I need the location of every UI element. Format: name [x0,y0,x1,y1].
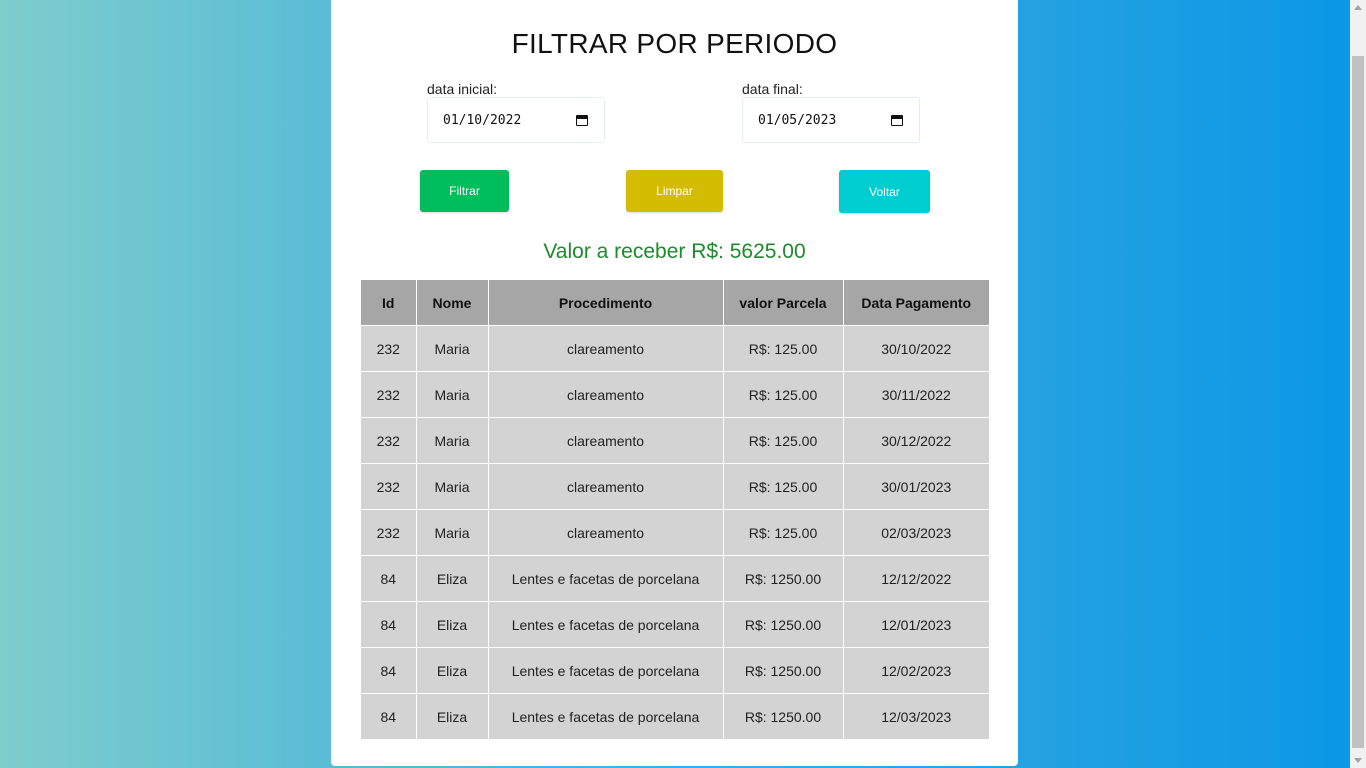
table-row: 232 Maria clareamento R$: 125.00 02/03/2… [361,509,989,556]
cell-name: Maria [416,463,489,510]
cell-installment: R$: 1250.00 [723,647,844,694]
cell-name: Maria [416,325,489,372]
cell-payment-date: 30/10/2022 [843,325,989,372]
cell-name: Eliza [416,555,489,602]
cell-procedure: Lentes e facetas de porcelana [488,601,724,648]
cell-installment: R$: 125.00 [723,325,844,372]
end-date-value: 01/05/2023 [758,112,837,128]
cell-procedure: clareamento [488,463,724,510]
cell-payment-date: 12/03/2023 [843,693,989,739]
back-button[interactable]: Voltar [839,170,930,213]
table-row: 232 Maria clareamento R$: 125.00 30/12/2… [361,417,989,464]
total-receivable: Valor a receber R$: 5625.00 [543,240,806,263]
cell-id: 84 [361,647,417,694]
cell-payment-date: 30/01/2023 [843,463,989,510]
cell-name: Maria [416,371,489,418]
column-header-name: Nome [416,280,489,326]
table-row: 232 Maria clareamento R$: 125.00 30/01/2… [361,463,989,510]
end-date-label: data final: [742,81,803,97]
cell-id: 232 [361,463,417,510]
cell-payment-date: 02/03/2023 [843,509,989,556]
cell-id: 84 [361,601,417,648]
start-date-label: data inicial: [427,81,498,97]
cell-procedure: clareamento [488,417,724,464]
cell-procedure: clareamento [488,509,724,556]
cell-procedure: clareamento [488,325,724,372]
table-row: 232 Maria clareamento R$: 125.00 30/11/2… [361,371,989,418]
table-header-row: Id Nome Procedimento valor Parcela Data … [361,280,989,326]
column-header-payment-date: Data Pagamento [843,280,989,326]
scroll-up-arrow-icon[interactable] [1354,5,1362,10]
cell-payment-date: 12/01/2023 [843,601,989,648]
table-row: 84 Eliza Lentes e facetas de porcelana R… [361,647,989,694]
page-scrollbar[interactable] [1350,0,1366,768]
filter-panel: FILTRAR POR PERIODO data inicial: 01/10/… [331,0,1018,766]
cell-installment: R$: 1250.00 [723,693,844,739]
cell-id: 232 [361,509,417,556]
calendar-icon[interactable] [891,115,903,126]
filter-button[interactable]: Filtrar [420,170,509,212]
cell-name: Eliza [416,601,489,648]
cell-procedure: Lentes e facetas de porcelana [488,555,724,602]
cell-installment: R$: 125.00 [723,371,844,418]
cell-id: 84 [361,555,417,602]
table-row: 84 Eliza Lentes e facetas de porcelana R… [361,601,989,648]
cell-name: Maria [416,509,489,556]
calendar-icon[interactable] [576,115,588,126]
start-date-input[interactable]: 01/10/2022 [427,97,605,143]
column-header-id: Id [361,280,417,326]
scroll-down-arrow-icon[interactable] [1354,758,1362,763]
cell-payment-date: 30/12/2022 [843,417,989,464]
table-row: 84 Eliza Lentes e facetas de porcelana R… [361,555,989,602]
cell-procedure: Lentes e facetas de porcelana [488,693,724,739]
column-header-installment: valor Parcela [723,280,844,326]
cell-installment: R$: 125.00 [723,417,844,464]
column-header-procedure: Procedimento [488,280,724,326]
cell-installment: R$: 1250.00 [723,555,844,602]
cell-id: 232 [361,417,417,464]
start-date-value: 01/10/2022 [443,112,522,128]
table-row: 84 Eliza Lentes e facetas de porcelana R… [361,693,989,739]
cell-name: Maria [416,417,489,464]
cell-procedure: clareamento [488,371,724,418]
cell-installment: R$: 125.00 [723,509,844,556]
clear-button[interactable]: Limpar [626,170,723,212]
cell-installment: R$: 1250.00 [723,601,844,648]
page-title: FILTRAR POR PERIODO [511,28,838,59]
payments-table: Id Nome Procedimento valor Parcela Data … [361,280,989,739]
cell-id: 232 [361,371,417,418]
cell-procedure: Lentes e facetas de porcelana [488,647,724,694]
table-row: 232 Maria clareamento R$: 125.00 30/10/2… [361,325,989,372]
end-date-input[interactable]: 01/05/2023 [742,97,920,143]
cell-payment-date: 12/02/2023 [843,647,989,694]
scrollbar-thumb[interactable] [1352,56,1364,748]
cell-id: 84 [361,693,417,739]
cell-payment-date: 30/11/2022 [843,371,989,418]
cell-name: Eliza [416,693,489,739]
cell-name: Eliza [416,647,489,694]
cell-installment: R$: 125.00 [723,463,844,510]
cell-id: 232 [361,325,417,372]
cell-payment-date: 12/12/2022 [843,555,989,602]
